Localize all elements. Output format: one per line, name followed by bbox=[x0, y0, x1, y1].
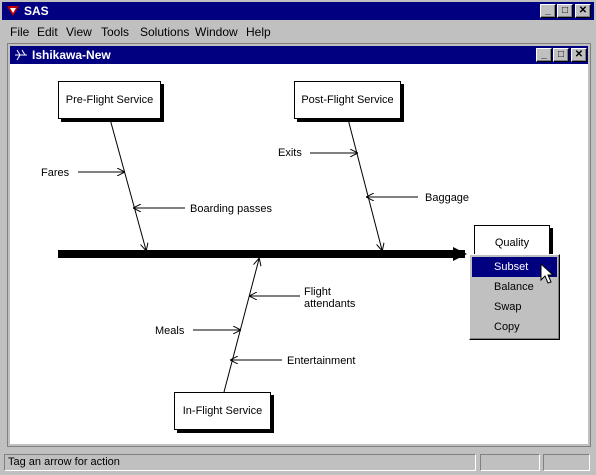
mouse-cursor-icon bbox=[540, 263, 554, 284]
label-flight-attendants-line1: Flight bbox=[304, 286, 331, 298]
label-fares: Fares bbox=[41, 167, 70, 179]
close-button[interactable]: ✕ bbox=[575, 4, 591, 18]
menu-window[interactable]: Window bbox=[195, 25, 238, 39]
menu-item-copy[interactable]: Copy bbox=[472, 317, 557, 337]
label-flight-attendants-line2: attendants bbox=[304, 298, 356, 310]
box-post-flight-service[interactable]: Post-Flight Service bbox=[294, 81, 401, 119]
maximize-button[interactable]: □ bbox=[557, 4, 573, 18]
diagram-icon bbox=[14, 48, 28, 62]
box-pre-flight-service[interactable]: Pre-Flight Service bbox=[58, 81, 161, 119]
label-boarding-passes: Boarding passes bbox=[190, 203, 272, 215]
app-titlebar[interactable]: SAS _ □ ✕ bbox=[2, 2, 594, 20]
child-titlebar[interactable]: Ishikawa-New _ □ ✕ bbox=[10, 46, 588, 64]
label-meals: Meals bbox=[155, 325, 185, 337]
status-pane-2 bbox=[480, 454, 540, 471]
status-bar: Tag an arrow for action bbox=[2, 452, 594, 472]
child-close-button[interactable]: ✕ bbox=[571, 48, 587, 62]
sas-logo-icon bbox=[7, 6, 19, 16]
status-message: Tag an arrow for action bbox=[4, 454, 476, 471]
menu-bar: File Edit View Tools Solutions Window He… bbox=[2, 22, 594, 41]
minimize-button[interactable]: _ bbox=[540, 4, 556, 18]
menu-tools[interactable]: Tools bbox=[101, 25, 129, 39]
menu-item-swap[interactable]: Swap bbox=[472, 297, 557, 317]
menu-view[interactable]: View bbox=[66, 25, 92, 39]
label-entertainment: Entertainment bbox=[287, 355, 356, 367]
menu-help[interactable]: Help bbox=[246, 25, 271, 39]
child-minimize-button[interactable]: _ bbox=[536, 48, 552, 62]
label-baggage: Baggage bbox=[425, 192, 470, 204]
menu-solutions[interactable]: Solutions bbox=[140, 25, 189, 39]
box-in-flight-service[interactable]: In-Flight Service bbox=[174, 392, 271, 430]
status-pane-3 bbox=[543, 454, 590, 471]
child-title: Ishikawa-New bbox=[32, 48, 111, 62]
app-title: SAS bbox=[24, 4, 49, 18]
label-exits: Exits bbox=[278, 147, 302, 159]
menu-edit[interactable]: Edit bbox=[37, 25, 58, 39]
menu-file[interactable]: File bbox=[10, 25, 29, 39]
child-maximize-button[interactable]: □ bbox=[553, 48, 569, 62]
